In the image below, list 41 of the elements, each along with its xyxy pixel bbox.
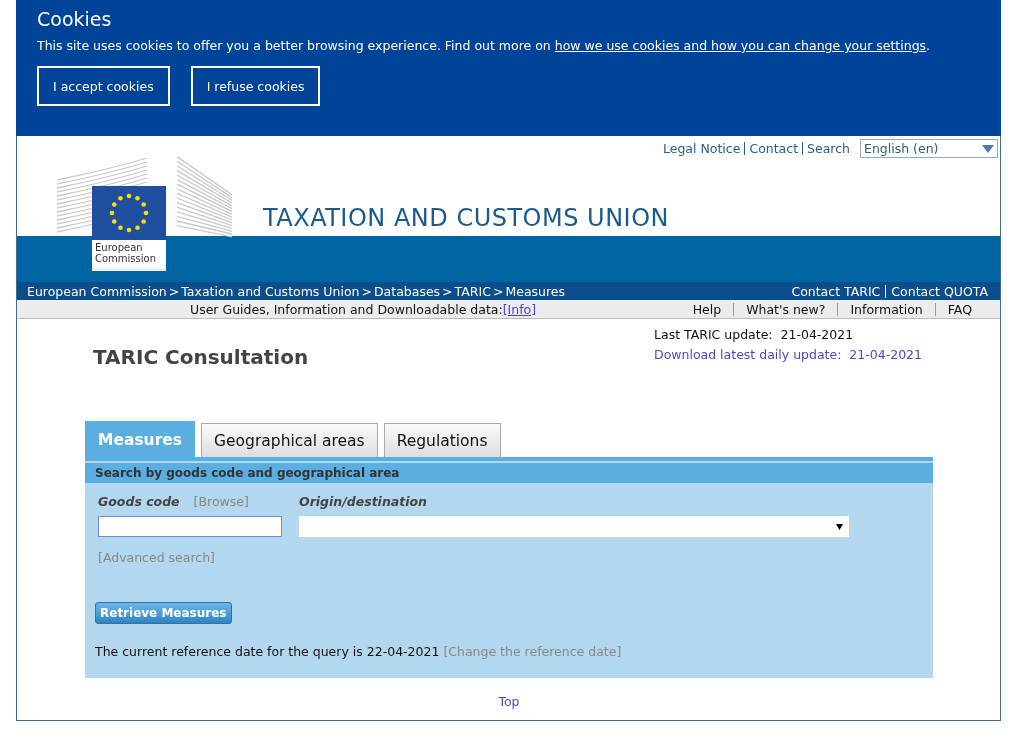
reference-date-text: The current reference date for the query is 22-04-2021 <box>95 644 440 659</box>
breadcrumb-separator: > <box>168 283 180 299</box>
info-nav-link[interactable]: What's new? <box>733 302 838 316</box>
tab[interactable]: Geographical areas <box>201 423 378 457</box>
breadcrumb-separator: > <box>442 283 453 299</box>
header-link[interactable]: Contact <box>744 142 803 155</box>
language-select[interactable]: English (en) <box>860 139 998 158</box>
header-link[interactable]: Search <box>802 142 854 155</box>
cookie-message: This site uses cookies to offer you a better browsing experience. Find out more on how we use cookies and how you can change your settings. <box>37 37 932 55</box>
page-title: TARIC Consultation <box>93 345 309 369</box>
logo-text: European Commission <box>94 241 157 266</box>
caret-icon <box>982 144 994 153</box>
last-update-text: Last TARIC update: 21-04-2021 <box>654 326 855 344</box>
dropdown-arrow-icon <box>836 523 843 530</box>
info-text: User Guides, Information and Downloadable data: <box>190 301 503 317</box>
cookie-button[interactable]: I accept cookies <box>37 66 170 106</box>
breadcrumb-link[interactable]: European Commission <box>27 283 167 299</box>
contact-link[interactable]: Contact QUOTA <box>885 284 993 298</box>
goods-code-field[interactable] <box>98 516 282 537</box>
tab[interactable]: Regulations <box>383 423 501 457</box>
cookie-button[interactable]: I refuse cookies <box>190 66 321 106</box>
origin-label: Origin/destination <box>299 494 427 511</box>
download-update-link[interactable]: Download latest daily update: 21-04-2021 <box>654 347 922 362</box>
breadcrumb-separator: > <box>492 283 504 299</box>
goods-code-label: Goods code <box>98 494 180 511</box>
breadcrumb-link[interactable]: Measures <box>505 283 566 299</box>
info-nav-link[interactable]: Information <box>837 302 935 316</box>
info-nav-link[interactable]: FAQ <box>934 302 984 316</box>
site-title: TAXATION AND CUSTOMS UNION <box>263 204 670 232</box>
top-link[interactable]: Top <box>498 694 520 709</box>
info-nav-link[interactable]: Help <box>680 302 734 316</box>
eu-flag-icon <box>92 186 166 240</box>
panel-heading: Search by goods code and geographical area <box>85 463 933 483</box>
contact-link[interactable]: Contact TARIC <box>786 284 886 298</box>
breadcrumb-link[interactable]: TARIC <box>454 283 491 299</box>
breadcrumb-link[interactable]: Databases <box>373 283 441 299</box>
breadcrumb-link[interactable]: Taxation and Customs Union <box>181 283 360 299</box>
header-link[interactable]: Legal Notice <box>659 142 745 155</box>
cookie-title: Cookies <box>37 8 113 30</box>
breadcrumb-separator: > <box>361 283 372 299</box>
info-link[interactable]: [Info] <box>502 301 537 317</box>
